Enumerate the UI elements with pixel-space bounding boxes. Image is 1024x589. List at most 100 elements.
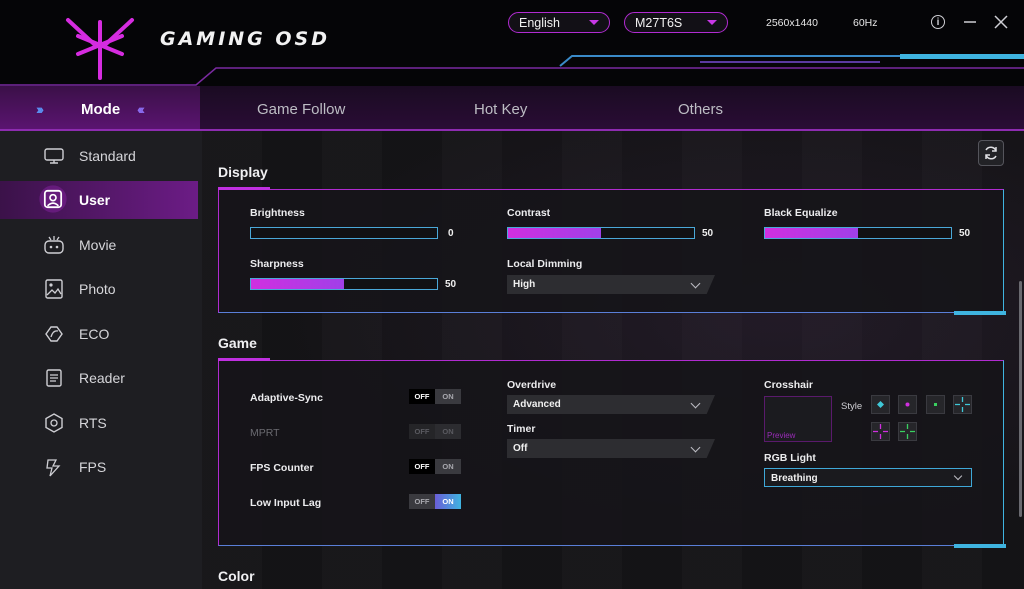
sharpness-slider[interactable] (250, 278, 438, 290)
toggle-off: OFF (409, 389, 435, 404)
monitor-icon (44, 148, 64, 164)
refresh-icon (985, 146, 997, 160)
crosshair-style-label: Style (841, 401, 863, 412)
display-panel: Brightness 0 Contrast 50 Black Equalize … (218, 187, 1006, 315)
minimize-icon (964, 21, 976, 23)
section-title-display: Display (218, 164, 268, 180)
close-icon (994, 15, 1008, 29)
crosshair-style-2[interactable] (898, 395, 917, 414)
chevron-down-icon (690, 398, 701, 409)
language-select[interactable]: English (508, 12, 610, 33)
vertical-scrollbar[interactable] (1019, 281, 1022, 517)
timer-select[interactable]: Off (507, 439, 715, 458)
refresh-rate-text: 60Hz (853, 17, 878, 29)
fps-counter-label: FPS Counter (250, 462, 314, 474)
info-button[interactable]: i (928, 12, 948, 32)
overdrive-select[interactable]: Advanced (507, 395, 715, 414)
overdrive-label: Overdrive (507, 379, 557, 391)
timer-value: Off (513, 443, 528, 454)
adaptive-sync-toggle[interactable]: OFF ON (409, 389, 461, 404)
toggle-on: ON (435, 459, 461, 474)
black-equalize-value: 50 (959, 228, 971, 239)
crosshair-style-5[interactable] (871, 422, 890, 441)
rgb-light-value: Breathing (771, 473, 818, 484)
reader-icon (46, 369, 62, 387)
movie-icon (44, 236, 64, 254)
sidebar-item-user[interactable]: User (0, 181, 198, 219)
contrast-fill (508, 228, 601, 238)
sharpness-label: Sharpness (250, 258, 304, 270)
adaptive-sync-label: Adaptive-Sync (250, 392, 323, 404)
title-bar: GAMING OSD English M27T6S 2560x1440 60Hz… (0, 0, 1024, 86)
eco-icon (45, 326, 63, 342)
chevron-down-icon (589, 20, 599, 25)
chevron-down-icon (690, 278, 701, 289)
black-equalize-fill (765, 228, 858, 238)
green-crosshair-icon (900, 424, 915, 439)
minimize-button[interactable] (960, 12, 980, 32)
magenta-dot-icon (905, 402, 910, 407)
sidebar-item-rts[interactable]: RTS (0, 404, 198, 442)
tab-mode[interactable]: Mode (81, 101, 120, 118)
crosshair-style-3[interactable] (926, 395, 945, 414)
crosshair-style-6[interactable] (898, 422, 917, 441)
tab-game-follow[interactable]: Game Follow (257, 101, 345, 118)
crosshair-preview: Preview (764, 396, 832, 442)
header-decoration (0, 54, 1024, 86)
fps-counter-toggle[interactable]: OFF ON (409, 459, 461, 474)
main-content: Display Brightness 0 Contrast 50 Black E… (202, 131, 1024, 589)
local-dimming-value: High (513, 279, 536, 290)
sharpness-fill (251, 279, 344, 289)
chevron-down-icon (690, 442, 701, 453)
sidebar-item-label: Photo (79, 281, 116, 297)
contrast-label: Contrast (507, 207, 551, 219)
sidebar-item-eco[interactable]: ECO (0, 315, 198, 353)
local-dimming-select[interactable]: High (507, 275, 715, 294)
reset-button[interactable] (978, 140, 1004, 166)
toggle-on: ON (435, 494, 461, 509)
language-value: English (519, 15, 560, 30)
user-icon (39, 185, 67, 213)
brightness-label: Brightness (250, 207, 305, 219)
model-select[interactable]: M27T6S (624, 12, 728, 33)
sidebar-item-movie[interactable]: Movie (0, 226, 198, 264)
black-equalize-slider[interactable] (764, 227, 952, 239)
toggle-on: ON (435, 424, 461, 439)
sidebar: Standard User Movie Photo ECO Reader RTS… (0, 131, 202, 589)
sidebar-item-label: Movie (79, 237, 117, 253)
rgb-light-select[interactable]: Breathing (764, 468, 972, 487)
diamond-dot-icon (877, 401, 884, 408)
rgb-light-label: RGB Light (764, 452, 816, 464)
sidebar-item-fps[interactable]: FPS (0, 448, 198, 486)
game-panel: Adaptive-Sync OFF ON MPRT OFF ON FPS Cou… (218, 358, 1006, 548)
chevron-left-icon: ‹‹‹ (137, 101, 145, 117)
green-dot-icon (934, 403, 937, 406)
tab-hot-key[interactable]: Hot Key (474, 101, 527, 118)
brightness-value: 0 (448, 228, 454, 239)
chevron-down-icon (953, 471, 963, 481)
crosshair-style-1[interactable] (871, 395, 890, 414)
sidebar-item-label: Standard (79, 148, 136, 164)
crosshair-style-4[interactable] (953, 395, 972, 414)
section-title-color: Color (218, 568, 255, 584)
timer-label: Timer (507, 423, 536, 435)
sidebar-item-reader[interactable]: Reader (0, 359, 198, 397)
tab-others[interactable]: Others (678, 101, 723, 118)
toggle-on: ON (435, 389, 461, 404)
low-input-lag-toggle[interactable]: OFF ON (409, 494, 461, 509)
close-button[interactable] (991, 12, 1011, 32)
model-value: M27T6S (635, 15, 683, 30)
contrast-value: 50 (702, 228, 714, 239)
mprt-label: MPRT (250, 427, 280, 439)
sidebar-item-photo[interactable]: Photo (0, 270, 198, 308)
brand-title: GAMING OSD (160, 28, 330, 50)
magenta-crosshair-icon (873, 424, 888, 439)
resolution-text: 2560x1440 (766, 17, 818, 29)
chevron-down-icon (707, 20, 717, 25)
sidebar-item-standard[interactable]: Standard (0, 137, 198, 175)
brightness-slider[interactable] (250, 227, 438, 239)
local-dimming-label: Local Dimming (507, 258, 583, 270)
crosshair-label: Crosshair (764, 379, 814, 391)
contrast-slider[interactable] (507, 227, 695, 239)
mprt-toggle[interactable]: OFF ON (409, 424, 461, 439)
